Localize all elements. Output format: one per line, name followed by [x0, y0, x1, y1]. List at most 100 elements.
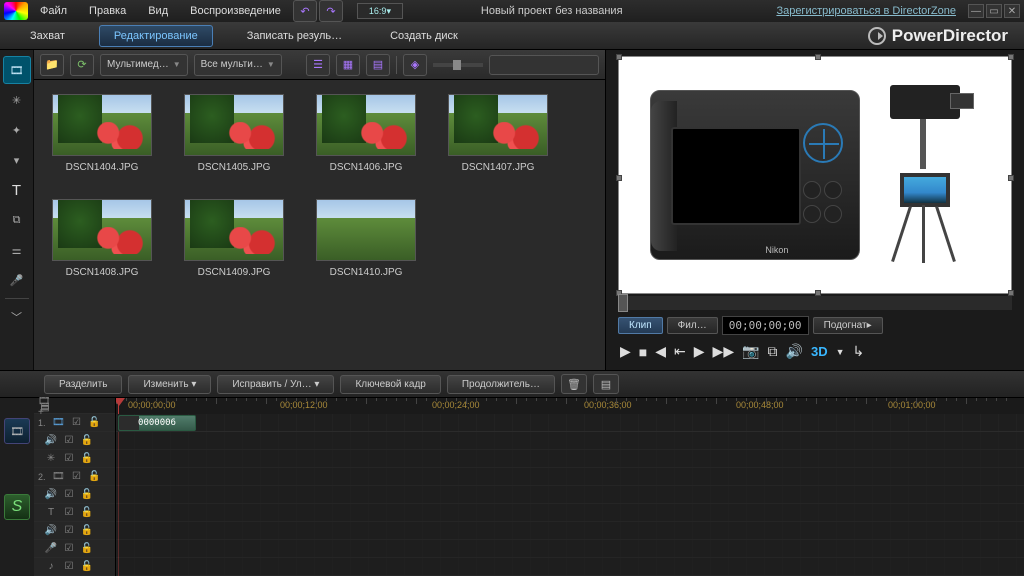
addtrack-icon[interactable]: 🎞+ — [38, 400, 52, 414]
btn-modify[interactable]: Изменить ▾ — [128, 375, 211, 394]
track-visible-icon[interactable]: ☑ — [70, 416, 84, 430]
thumbsize-slider[interactable] — [453, 60, 461, 70]
track-visible-icon[interactable]: ☑ — [62, 524, 76, 538]
btn-split[interactable]: Разделить — [44, 375, 122, 394]
segment-movie[interactable]: Фил… — [667, 317, 718, 334]
tab-produce[interactable]: Записать резуль… — [233, 26, 356, 46]
undo-button[interactable]: ↶ — [293, 0, 317, 22]
btn-duration[interactable]: Продолжитель… — [447, 375, 555, 394]
track-visible-icon[interactable]: ☑ — [62, 434, 76, 448]
fx-room-icon[interactable]: ✳ — [3, 86, 31, 114]
play-icon[interactable]: ▶ — [620, 343, 631, 360]
media-room-icon[interactable]: 🎞 — [3, 56, 31, 84]
timeline-mode[interactable]: 🎞 — [4, 418, 30, 444]
track-lock-icon[interactable]: 🔓 — [88, 470, 102, 484]
menu-playback[interactable]: Воспроизведение — [180, 3, 291, 19]
transition-room-icon[interactable]: ⧉ — [3, 206, 31, 234]
display-opts-icon[interactable]: ⧉ — [768, 343, 778, 360]
3d-button[interactable]: 3D — [811, 344, 828, 359]
library-menu-icon[interactable]: ▤ — [366, 54, 390, 76]
track-lock-icon[interactable]: 🔓 — [80, 488, 94, 502]
trash-icon[interactable]: 🗑 — [561, 374, 587, 394]
scrub-head[interactable] — [618, 294, 628, 312]
btn-fix[interactable]: Исправить / Ул… ▾ — [217, 375, 334, 394]
preview-frame[interactable]: Nikon — [618, 56, 1012, 294]
popup-icon[interactable]: ↳ — [853, 343, 865, 360]
view-details-icon[interactable]: ☰ — [306, 54, 330, 76]
window-minimize[interactable]: — — [968, 4, 984, 18]
track-visible-icon[interactable]: ☑ — [62, 506, 76, 520]
search-input[interactable] — [489, 55, 599, 75]
stop-icon[interactable]: ■ — [639, 344, 647, 360]
track-lock-icon[interactable]: 🔓 — [80, 506, 94, 520]
refresh-icon[interactable]: ⟳ — [70, 54, 94, 76]
btn-keyframe[interactable]: Ключевой кадр — [340, 375, 440, 394]
library-toolbar: 📁 ⟳ Мультимед…▼ Все мульти…▼ ☰ ▦ ▤ ◈ — [34, 50, 605, 80]
fast-fwd-icon[interactable]: ▶▶ — [713, 343, 735, 360]
track-visible-icon[interactable]: ☑ — [70, 470, 84, 484]
track-visible-icon[interactable]: ☑ — [62, 560, 76, 574]
track-lock-icon[interactable]: 🔓 — [80, 560, 94, 574]
menu-edit[interactable]: Правка — [79, 3, 136, 19]
timeline-track[interactable] — [116, 450, 1024, 468]
timeline-track[interactable] — [116, 432, 1024, 450]
thumbnail[interactable]: DSCN1409.JPG — [184, 199, 284, 278]
window-restore[interactable]: ▭ — [986, 4, 1002, 18]
filter-media-all[interactable]: Все мульти…▼ — [194, 54, 282, 76]
filter-media-type[interactable]: Мультимед…▼ — [100, 54, 188, 76]
timeline-ruler[interactable]: 00;00;00;0000;00;12;0000;00;24;0000;00;3… — [116, 398, 1024, 414]
tab-capture[interactable]: Захват — [16, 26, 79, 46]
thumbnail[interactable]: DSCN1406.JPG — [316, 94, 416, 173]
register-link[interactable]: Зарегистрироваться в DirectorZone — [776, 5, 956, 17]
menu-file[interactable]: Файл — [30, 3, 77, 19]
timeline-track[interactable] — [116, 486, 1024, 504]
thumbnail[interactable]: DSCN1407.JPG — [448, 94, 548, 173]
thumbnail[interactable]: DSCN1404.JPG — [52, 94, 152, 173]
timeline-track[interactable]: 0000006 — [116, 414, 1024, 432]
timeline-track[interactable] — [116, 504, 1024, 522]
preview-scrubber[interactable] — [618, 296, 1012, 310]
slider-handle-icon[interactable]: ◈ — [403, 54, 427, 76]
thumbnail[interactable]: DSCN1410.JPG — [316, 199, 416, 278]
timeline-body[interactable]: 00;00;00;0000;00;12;0000;00;24;0000;00;3… — [116, 398, 1024, 576]
track-lock-icon[interactable]: 🔓 — [80, 434, 94, 448]
tab-disc[interactable]: Создать диск — [376, 26, 472, 46]
pip-room-icon[interactable]: ✦ — [3, 116, 31, 144]
thumbnail[interactable]: DSCN1408.JPG — [52, 199, 152, 278]
track-visible-icon[interactable]: ☑ — [62, 452, 76, 466]
storyboard-mode[interactable]: S — [4, 494, 30, 520]
more-icon[interactable]: ▤ — [593, 374, 619, 394]
view-grid-icon[interactable]: ▦ — [336, 54, 360, 76]
mixer-room-icon[interactable]: ⚌ — [3, 236, 31, 264]
prev-frame-icon[interactable]: ◀ — [655, 343, 666, 360]
aspect-ratio[interactable]: 16:9▾ — [357, 3, 403, 19]
window-close[interactable]: ✕ — [1004, 4, 1020, 18]
particle-room-icon[interactable]: ▾ — [3, 146, 31, 174]
timeline-clip[interactable]: 0000006 — [118, 415, 196, 431]
segment-clip[interactable]: Клип — [618, 317, 663, 334]
redo-button[interactable]: ↷ — [319, 0, 343, 22]
thumbnail-label: DSCN1404.JPG — [66, 162, 139, 173]
step-fwd-icon[interactable]: ▶ — [694, 343, 705, 360]
thumbnail[interactable]: DSCN1405.JPG — [184, 94, 284, 173]
step-back-icon[interactable]: ⇤ — [674, 343, 686, 360]
track-visible-icon[interactable]: ☑ — [62, 542, 76, 556]
timeline-track[interactable] — [116, 468, 1024, 486]
snapshot-icon[interactable]: 📷 — [742, 343, 759, 360]
fit-button[interactable]: Подогнат▸ — [813, 317, 883, 334]
timeline-track[interactable] — [116, 540, 1024, 558]
timeline-track[interactable] — [116, 558, 1024, 576]
chevron-down-icon[interactable]: ﹀ — [3, 303, 31, 331]
track-lock-icon[interactable]: 🔓 — [88, 416, 102, 430]
track-lock-icon[interactable]: 🔓 — [80, 452, 94, 466]
voiceover-room-icon[interactable]: 🎤 — [3, 266, 31, 294]
track-lock-icon[interactable]: 🔓 — [80, 524, 94, 538]
track-lock-icon[interactable]: 🔓 — [80, 542, 94, 556]
tab-edit[interactable]: Редактирование — [99, 25, 213, 47]
track-visible-icon[interactable]: ☑ — [62, 488, 76, 502]
volume-icon[interactable]: 🔊 — [786, 343, 803, 360]
timeline-track[interactable] — [116, 522, 1024, 540]
menu-view[interactable]: Вид — [138, 3, 178, 19]
import-folder-icon[interactable]: 📁 — [40, 54, 64, 76]
title-room-icon[interactable]: T — [3, 176, 31, 204]
